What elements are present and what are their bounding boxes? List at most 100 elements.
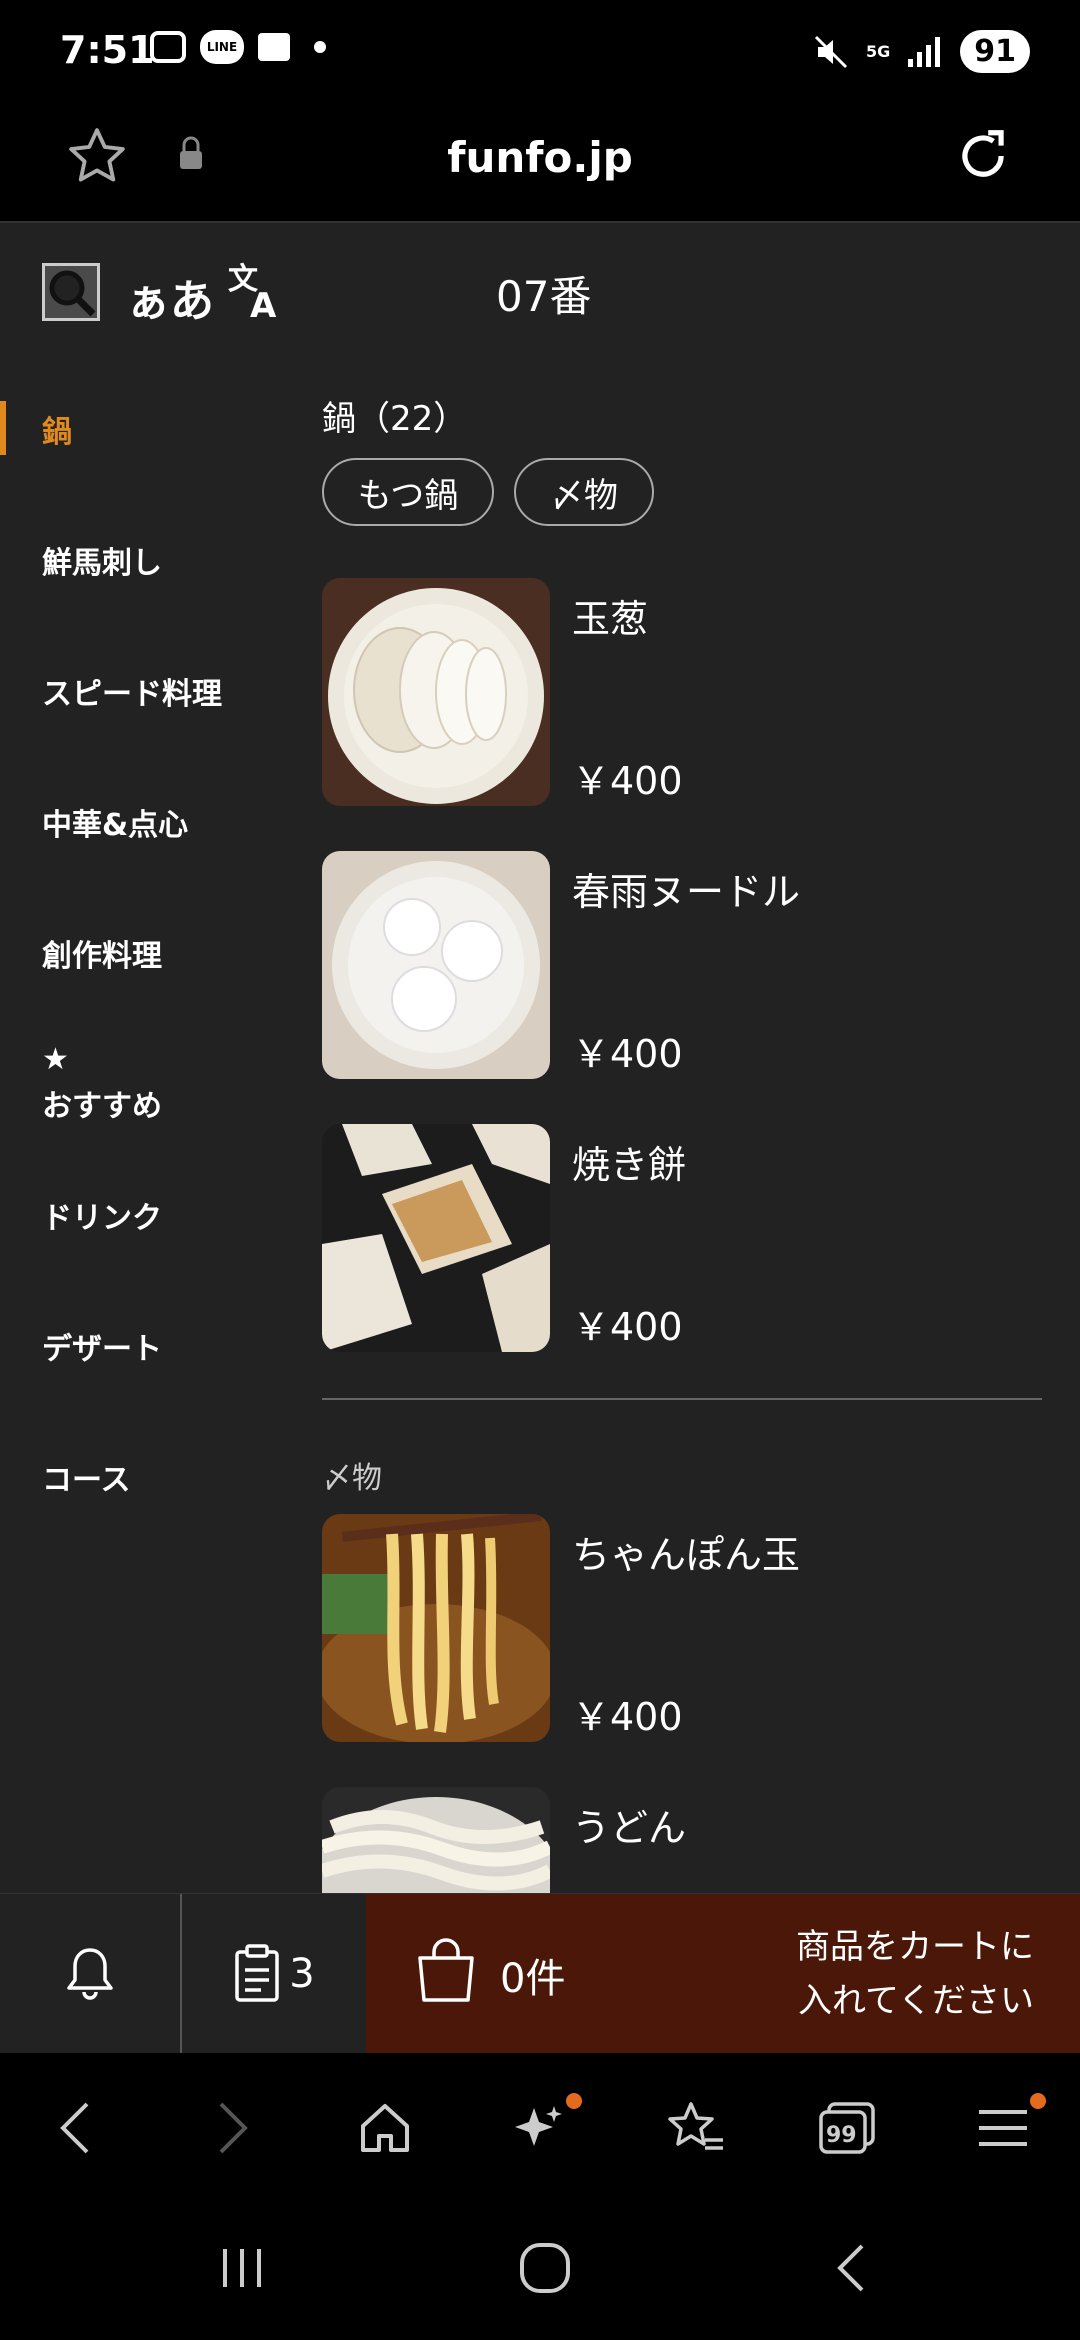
sidebar-item-recommended[interactable]: ★ おすすめ [0,1018,300,1149]
cart-message: 商品をカートに 入れてください [744,1920,1034,2028]
reload-icon[interactable] [952,125,1014,187]
menu-item[interactable]: 玉葱 ￥400 [322,578,1042,808]
sidebar-item-dessert[interactable]: デザート [0,1280,300,1411]
url-text[interactable]: funfo.jp [0,133,1080,182]
search-icon [49,270,96,317]
chevron-left-icon [60,2102,89,2154]
home-nav-button[interactable] [505,2233,585,2303]
category-sidebar: 鍋 鮮馬刺し スピード料理 中華&点心 創作料理 ★ おすすめ ドリンク デザー… [0,363,300,1542]
browser-url-bar: funfo.jp [0,105,1080,223]
chevron-right-icon [219,2102,248,2154]
network-type: 5G [865,41,891,61]
item-price: ￥400 [572,1305,683,1349]
bell-icon [67,1948,113,2000]
sidebar-item-label: デザート [42,1331,162,1367]
font-size-button[interactable]: ぁあ [126,265,214,329]
item-photo [322,1787,550,1893]
home-circle-icon [520,2243,570,2293]
category-title: 鍋（22） [322,399,468,439]
clipboard-icon [235,1944,280,2002]
sidebar-item-label: コース [42,1462,131,1498]
hamburger-icon [979,2110,1027,2146]
chip-motsunabe[interactable]: もつ鍋 [322,458,494,526]
cart-message-line1: 商品をカートに [796,1927,1034,1967]
screenshot-icon [150,31,186,63]
sidebar-item-drinks[interactable]: ドリンク [0,1149,300,1280]
item-price: ￥400 [572,1032,683,1076]
item-photo [322,851,550,1079]
sidebar-item-label: スピード料理 [42,676,222,712]
notification-dot [1030,2093,1046,2109]
more-notifications-dot [314,41,326,53]
sidebar-item-label: 中華&点心 [42,807,189,843]
chevron-left-icon [837,2244,864,2292]
star-list-icon [668,2102,723,2150]
menu-item[interactable]: うどん [322,1787,1042,1893]
sidebar-item-label: 鍋 [42,414,72,450]
notification-dot [566,2093,582,2109]
sidebar-item-label: 創作料理 [42,938,162,974]
cart-message-line2: 入れてください [798,1981,1034,2021]
item-photo [322,1514,550,1742]
recents-button[interactable] [202,2233,282,2303]
item-photo [322,578,550,806]
sparkle-icon [515,2106,562,2146]
battery-level: 91 [960,30,1030,73]
sidebar-item-nabe[interactable]: 鍋 [0,363,300,494]
section-title: 〆物 [322,1461,382,1496]
tabs-icon: 99 [819,2102,875,2154]
tabs-button[interactable]: 99 [812,2093,882,2163]
svg-text:99: 99 [826,2123,857,2148]
item-name: 春雨ヌードル [572,870,801,914]
order-history-button[interactable]: 3 [182,1894,366,2054]
menu-button[interactable] [968,2093,1038,2163]
sidebar-item-chinese[interactable]: 中華&点心 [0,756,300,887]
tv-icon [258,33,290,61]
sidebar-item-course[interactable]: コース [0,1411,300,1542]
table-number: 07番 [496,272,592,321]
status-bar: 7:51 LINE 5G 91 [0,0,1080,105]
shopping-bag-icon [418,1938,474,2002]
forward-button[interactable] [198,2093,268,2163]
item-name: ちゃんぽん玉 [572,1533,801,1577]
browser-toolbar: 99 [0,2053,1080,2193]
item-price: ￥400 [572,759,683,803]
call-staff-button[interactable] [0,1894,180,2054]
chip-shime[interactable]: 〆物 [514,458,654,526]
sidebar-item-label: 鮮馬刺し [42,545,162,581]
app-header: ぁあ 文 A 07番 [0,223,1080,363]
item-name: 玉葱 [572,597,649,641]
star-icon: ★ [42,1042,69,1077]
sidebar-item-speed[interactable]: スピード料理 [0,625,300,756]
translate-icon[interactable]: 文 A [226,259,284,319]
section-divider [322,1398,1042,1400]
mute-icon [814,35,848,68]
sidebar-item-creative[interactable]: 創作料理 [0,887,300,1018]
item-price: ￥400 [572,1695,683,1739]
ai-assist-button[interactable] [505,2093,575,2163]
clock: 7:51 [60,28,155,72]
signal-icon [908,36,941,67]
home-icon [361,2104,409,2152]
sidebar-item-basashi[interactable]: 鮮馬刺し [0,494,300,625]
menu-item[interactable]: 焼き餅 ￥400 [322,1124,1042,1354]
svg-text:A: A [250,286,277,319]
system-nav-bar [0,2193,1080,2340]
menu-app: ぁあ 文 A 07番 鍋 鮮馬刺し スピード料理 中華&点心 創作料理 ★ おす… [0,223,1080,1893]
cart-bar: 3 0件 商品をカートに 入れてください [0,1893,1080,2054]
menu-item[interactable]: ちゃんぽん玉 ￥400 [322,1514,1042,1744]
order-count: 3 [289,1951,315,1997]
line-app-icon: LINE [200,30,244,64]
menu-item[interactable]: 春雨ヌードル ￥400 [322,851,1042,1081]
home-button[interactable] [350,2093,420,2163]
sidebar-item-label: おすすめ [42,1089,162,1124]
cart-button[interactable]: 0件 商品をカートに 入れてください [366,1894,1080,2054]
search-button[interactable] [42,263,100,321]
back-nav-button[interactable] [810,2233,890,2303]
recents-icon [223,2249,261,2287]
cart-count: 0件 [500,1956,566,2002]
bookmarks-button[interactable] [660,2093,730,2163]
item-name: 焼き餅 [572,1143,687,1187]
item-photo [322,1124,550,1352]
back-button[interactable] [40,2093,110,2163]
